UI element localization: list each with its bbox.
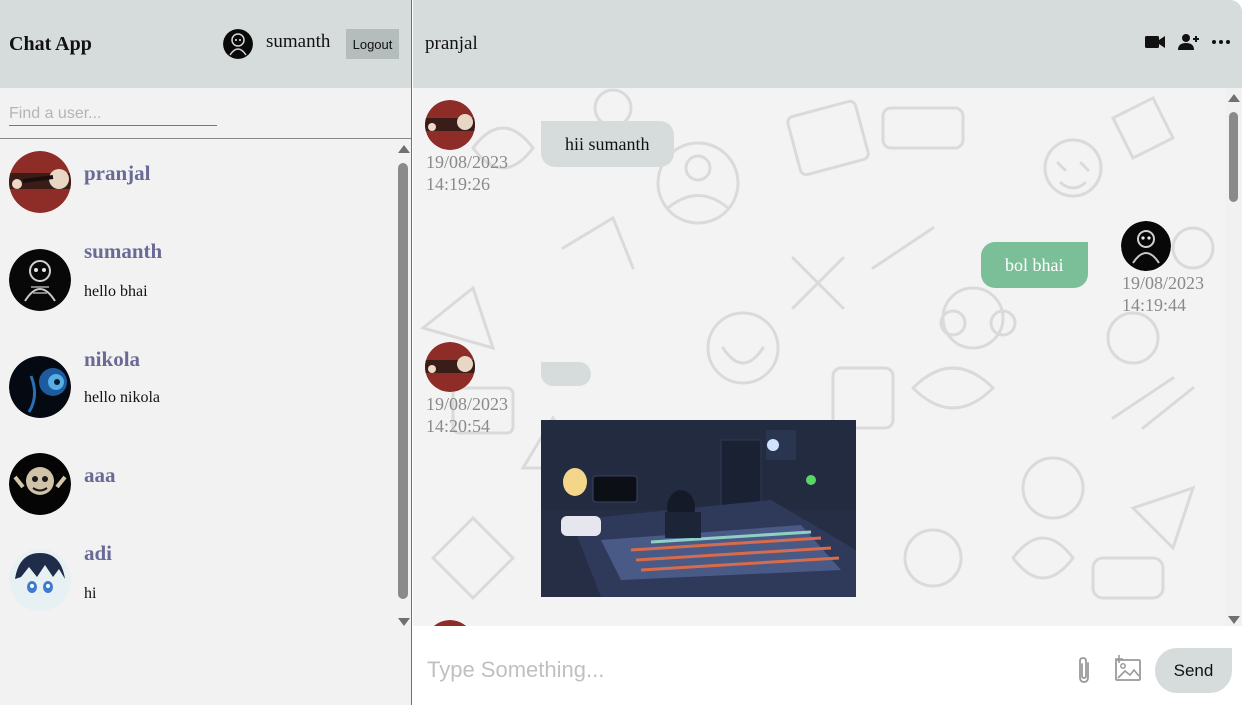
- avatar: [9, 151, 71, 213]
- scrollbar-thumb[interactable]: [1229, 112, 1238, 202]
- user-name: adi: [84, 541, 113, 565]
- user-list-scrollbar[interactable]: [396, 139, 411, 626]
- message-area[interactable]: 19/08/2023 14:19:26 hii sumanth bol bhai…: [413, 88, 1225, 626]
- avatar: [9, 549, 71, 611]
- chat-panel: pranjal 19/08/2023 14:19:26 hii sumanth …: [413, 0, 1242, 705]
- message-time: 14:20:54: [426, 416, 491, 436]
- user-name: aaa: [84, 463, 116, 487]
- last-message: hi: [84, 585, 97, 602]
- scroll-down-icon[interactable]: [1228, 616, 1240, 624]
- avatar: [9, 249, 71, 311]
- outgoing-message-bubble: bol bhai: [981, 242, 1088, 288]
- paperclip-icon[interactable]: [1073, 655, 1095, 685]
- message-timestamp: 19/08/2023 14:19:44: [1122, 272, 1204, 316]
- app-title: Chat App: [9, 33, 92, 55]
- user-item-sumanth[interactable]: sumanth hello bhai: [0, 239, 396, 319]
- scroll-up-icon[interactable]: [1228, 94, 1240, 102]
- message-avatar: [425, 342, 475, 392]
- message-timestamp: 19/08/2023 14:19:26: [426, 151, 508, 195]
- avatar: [9, 356, 71, 418]
- user-name: pranjal: [84, 161, 151, 185]
- user-item-pranjal[interactable]: pranjal: [0, 149, 396, 219]
- message-avatar: [1121, 221, 1171, 271]
- message-scrollbar[interactable]: [1225, 88, 1242, 626]
- message-date: 19/08/2023: [426, 394, 509, 414]
- message-date: 19/08/2023: [426, 152, 509, 172]
- message-timestamp: 19/08/2023 14:20:54: [426, 393, 508, 437]
- add-user-icon[interactable]: [1177, 30, 1201, 54]
- last-message: hello bhai: [84, 283, 148, 300]
- more-options-icon[interactable]: [1209, 30, 1233, 54]
- image-upload-icon[interactable]: [1113, 654, 1143, 684]
- scroll-down-icon[interactable]: [398, 618, 410, 626]
- message-composer: Send: [413, 626, 1242, 705]
- user-list: pranjal sumanth hello bhai nikola hello …: [0, 139, 396, 705]
- user-item-adi[interactable]: adi hi: [0, 541, 396, 621]
- message-image[interactable]: [541, 420, 856, 597]
- incoming-message-bubble: hii sumanth: [541, 121, 674, 167]
- message-avatar: [425, 100, 475, 150]
- message-time: 14:19:26: [426, 174, 491, 194]
- current-user-name: sumanth: [266, 31, 331, 52]
- send-button[interactable]: Send: [1155, 648, 1232, 693]
- video-call-icon[interactable]: [1143, 30, 1167, 54]
- message-input[interactable]: [427, 654, 1047, 686]
- find-user-input[interactable]: [9, 102, 217, 126]
- avatar: [9, 453, 71, 515]
- current-user-avatar[interactable]: [223, 29, 253, 59]
- user-item-aaa[interactable]: aaa: [0, 449, 396, 519]
- chat-header: pranjal: [413, 0, 1242, 88]
- logout-button[interactable]: Logout: [346, 29, 399, 59]
- sidebar-header: Chat App sumanth Logout: [0, 0, 411, 88]
- message-time: 14:19:44: [1122, 295, 1187, 315]
- scroll-up-icon[interactable]: [398, 145, 410, 153]
- message-date: 19/08/2023: [1122, 273, 1205, 293]
- scrollbar-thumb[interactable]: [398, 163, 408, 599]
- last-message: hello nikola: [84, 389, 160, 406]
- user-name: sumanth: [84, 239, 163, 263]
- user-name: nikola: [84, 347, 141, 371]
- incoming-message-bubble: [541, 362, 591, 386]
- sidebar: Chat App sumanth Logout pranjal sumanth …: [0, 0, 412, 705]
- user-search: [0, 88, 411, 139]
- user-item-nikola[interactable]: nikola hello nikola: [0, 345, 396, 425]
- chat-peer-name: pranjal: [425, 33, 478, 54]
